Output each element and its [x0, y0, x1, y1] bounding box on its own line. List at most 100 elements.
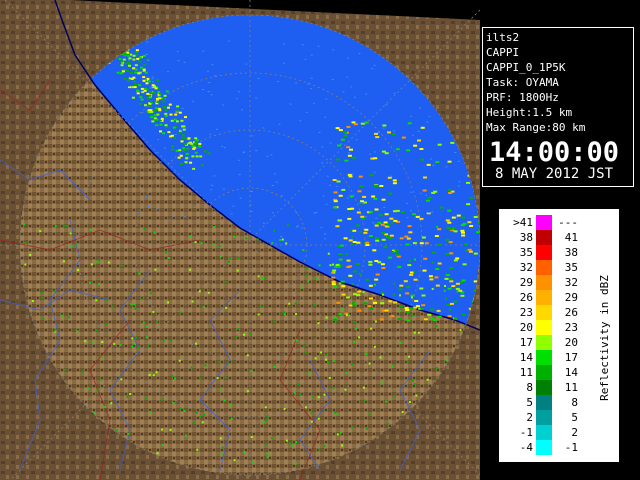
echo-cell	[372, 222, 374, 224]
echo-cell	[335, 263, 340, 266]
echo-cell	[317, 45, 320, 47]
echo-cell	[62, 260, 65, 263]
legend-right-label: 23	[565, 321, 578, 334]
echo-cell	[368, 284, 373, 287]
echo-cell	[288, 302, 291, 305]
echo-cell	[207, 91, 210, 92]
echo-cell	[194, 141, 198, 144]
echo-cell	[144, 71, 148, 74]
echo-cell	[409, 259, 411, 262]
echo-cell	[289, 103, 292, 105]
legend-right-label: 17	[565, 351, 578, 364]
echo-cell	[135, 49, 139, 52]
echo-cell	[398, 305, 403, 308]
height-value: Height:1.5 km	[486, 106, 573, 119]
echo-cell	[159, 161, 162, 163]
echo-cell	[138, 56, 142, 59]
echo-cell	[331, 276, 336, 279]
echo-cell	[266, 415, 269, 418]
echo-cell	[346, 76, 349, 78]
echo-cell	[198, 377, 201, 380]
echo-cell	[346, 125, 351, 128]
echo-cell	[338, 129, 343, 132]
echo-cell	[149, 105, 153, 108]
echo-cell	[209, 133, 212, 135]
echo-cell	[295, 212, 298, 214]
echo-cell	[54, 225, 57, 228]
echo-cell	[361, 202, 364, 204]
echo-cell	[128, 59, 130, 61]
echo-cell	[461, 234, 466, 237]
echo-cell	[341, 293, 346, 296]
echo-cell	[462, 263, 467, 266]
echo-cell	[331, 280, 336, 283]
echo-cell	[273, 229, 276, 232]
echo-cell	[194, 137, 198, 140]
echo-cell	[420, 126, 425, 129]
echo-cell	[386, 422, 389, 425]
echo-cell	[262, 127, 265, 129]
radar-map[interactable]	[0, 0, 480, 480]
echo-cell	[390, 315, 395, 318]
legend-left-label: 38	[520, 231, 533, 244]
echo-cell	[346, 266, 351, 268]
echo-cell	[119, 72, 123, 75]
echo-cell	[140, 87, 144, 90]
echo-cell	[469, 196, 474, 199]
echo-cell	[139, 102, 143, 105]
echo-cell	[147, 206, 150, 208]
echo-cell	[346, 146, 351, 149]
echo-cell	[148, 94, 152, 97]
echo-cell	[90, 263, 93, 266]
echo-cell	[304, 58, 307, 60]
echo-cell	[379, 185, 384, 187]
echo-cell	[417, 130, 420, 132]
echo-cell	[368, 235, 373, 237]
echo-cell	[275, 181, 278, 183]
echo-cell	[325, 98, 328, 100]
echo-cell	[146, 41, 149, 43]
echo-cell	[297, 383, 300, 386]
echo-cell	[418, 331, 420, 334]
echo-cell	[169, 428, 172, 431]
echo-cell	[449, 252, 454, 255]
echo-cell	[162, 339, 165, 342]
echo-cell	[174, 113, 178, 116]
echo-cell	[334, 411, 336, 414]
echo-cell	[430, 308, 435, 311]
echo-cell	[426, 378, 429, 381]
echo-cell	[406, 286, 411, 289]
echo-cell	[346, 259, 351, 262]
echo-cell	[362, 291, 365, 294]
echo-cell	[359, 185, 364, 188]
echo-cell	[168, 219, 171, 221]
echo-cell	[178, 359, 181, 362]
echo-cell	[145, 53, 148, 55]
echo-cell	[138, 186, 141, 188]
echo-cell	[224, 147, 226, 149]
echo-cell	[391, 222, 394, 225]
echo-cell	[433, 190, 438, 193]
echo-cell	[323, 393, 326, 396]
legend-color-swatch	[536, 275, 552, 290]
echo-cell	[448, 192, 453, 194]
echo-cell	[368, 210, 373, 213]
echo-cell	[175, 149, 179, 152]
echo-cell	[451, 216, 456, 219]
echo-cell	[98, 283, 101, 286]
echo-cell	[133, 83, 137, 86]
echo-cell	[390, 175, 393, 177]
echo-cell	[273, 366, 276, 368]
echo-cell	[410, 210, 412, 212]
echo-cell	[128, 64, 131, 67]
echo-cell	[221, 145, 224, 147]
echo-cell	[312, 102, 315, 104]
echo-cell	[354, 302, 357, 305]
echo-cell	[162, 132, 165, 135]
echo-cell	[285, 242, 288, 245]
echo-cell	[362, 195, 367, 198]
echo-cell	[251, 462, 254, 465]
echo-cell	[365, 93, 368, 95]
echo-cell	[271, 212, 274, 214]
echo-cell	[332, 360, 335, 363]
